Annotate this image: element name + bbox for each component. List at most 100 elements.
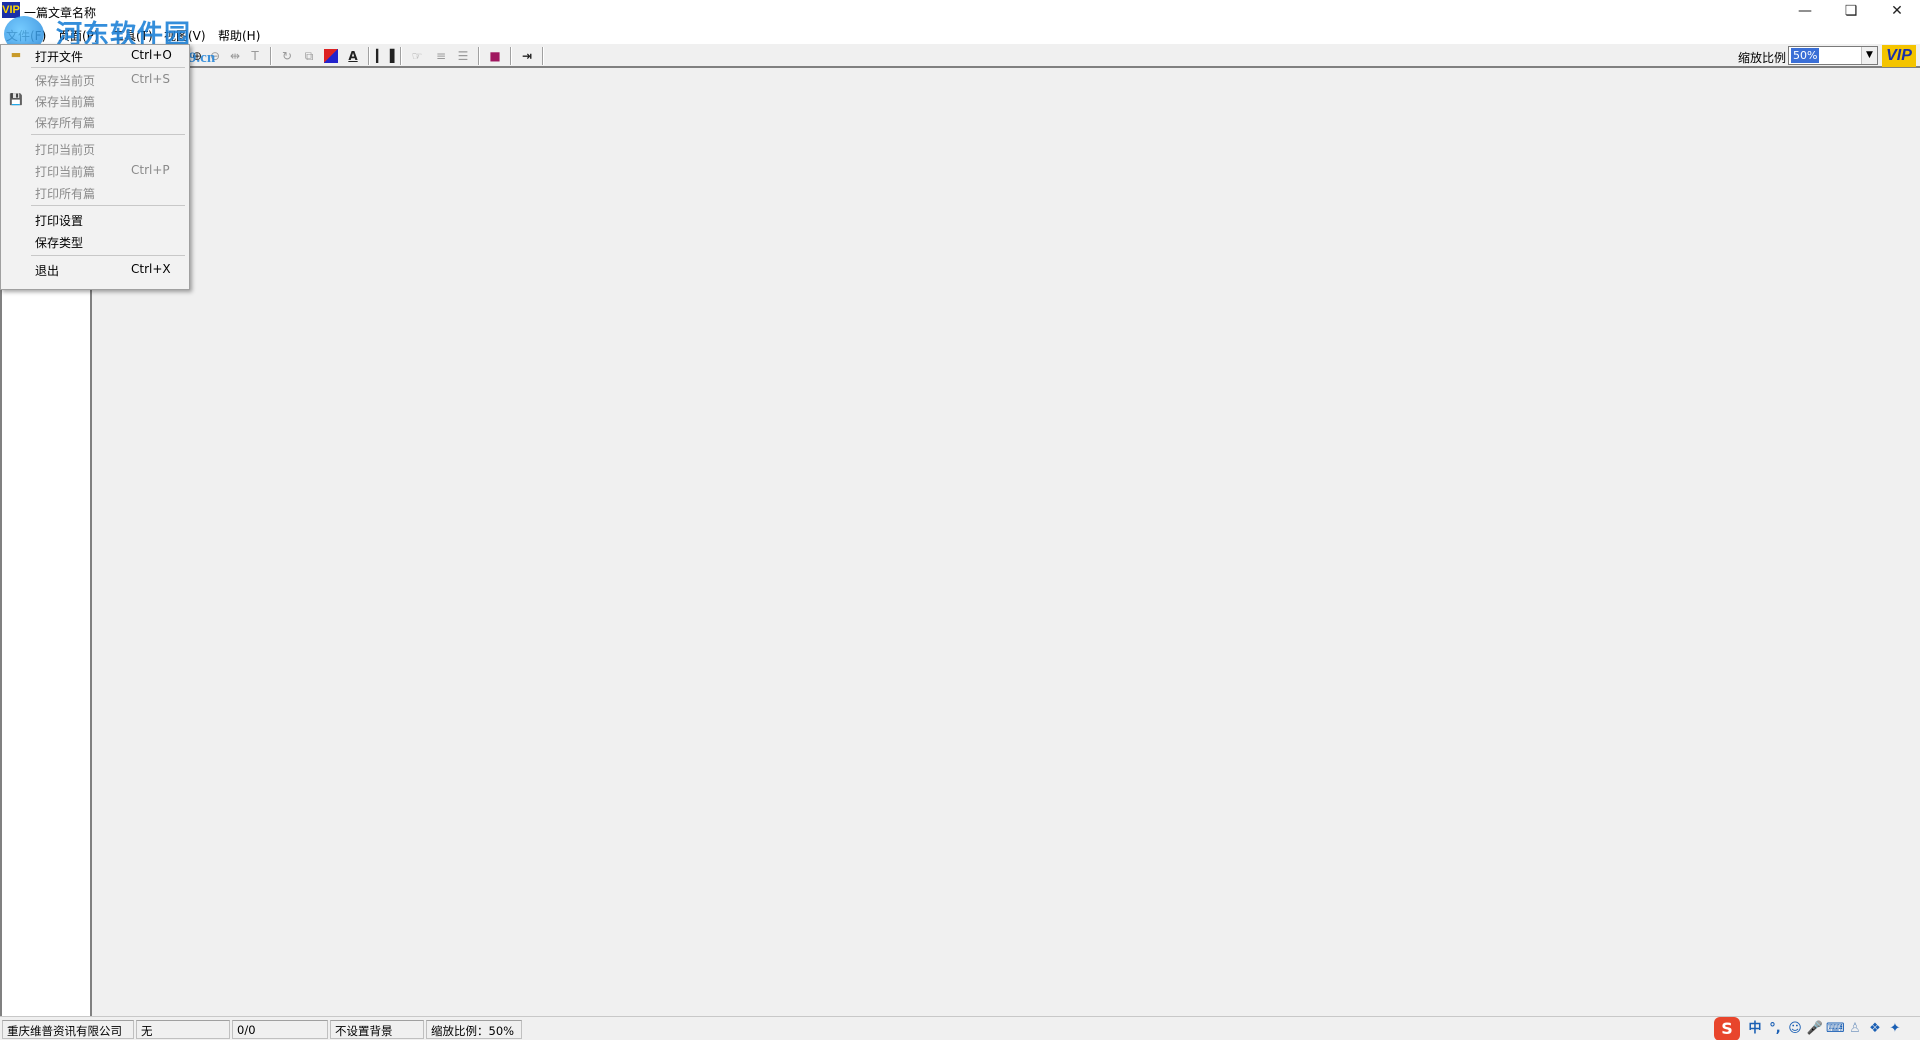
fit-width-icon: ⇹: [229, 49, 241, 63]
menu-item-label: 保存当前页: [35, 74, 96, 88]
tb-page-layout-button[interactable]: ≡: [432, 47, 450, 65]
keyboard-icon[interactable]: ⌨: [1826, 1020, 1845, 1038]
zoom-select[interactable]: 50% ▼: [1788, 46, 1878, 65]
menu-item-print-current-article[interactable]: 打印当前篇 Ctrl+P: [1, 160, 189, 180]
page-layout-icon: ≡: [435, 49, 447, 63]
menu-bar: 文件(F) 页面(P) 工具(T) 视图(V) 帮助(H): [0, 24, 1920, 44]
vip-logo-icon: VIP: [1882, 45, 1916, 67]
user-icon[interactable]: ♙: [1846, 1020, 1864, 1038]
menu-file[interactable]: 文件(F): [6, 27, 46, 44]
skin-icon[interactable]: ❖: [1866, 1020, 1884, 1038]
app-window: VIP 一篇文章名称 — ❏ ✕ 文件(F) 页面(P) 工具(T) 视图(V)…: [0, 0, 1920, 1040]
tb-statistics-button[interactable]: ▎▐: [376, 47, 394, 65]
tb-page-list-button[interactable]: ☰: [454, 47, 472, 65]
window-title: 一篇文章名称: [24, 6, 97, 20]
fit-text-icon: T: [251, 49, 259, 63]
menu-separator: [31, 255, 185, 256]
settings-icon[interactable]: ✦: [1886, 1020, 1904, 1038]
tb-zoom-out-button[interactable]: ⊖: [206, 47, 224, 65]
toolbar-separator: [478, 47, 480, 65]
punctuation-icon[interactable]: °,: [1766, 1020, 1784, 1038]
tb-book-button[interactable]: ■: [486, 47, 504, 65]
menu-item-save-all-articles[interactable]: 保存所有篇: [1, 111, 189, 131]
toolbar-separator: [400, 47, 402, 65]
select-icon: ☞: [411, 49, 423, 63]
menu-separator: [31, 205, 185, 206]
text-style-icon: A: [348, 49, 358, 63]
toolbar-separator: [270, 47, 272, 65]
menu-item-label: 打印设置: [35, 214, 84, 228]
copy-icon: ⧉: [304, 49, 314, 63]
tb-background-button[interactable]: [322, 47, 340, 65]
minimize-icon: —: [1798, 3, 1812, 19]
emoji-icon[interactable]: ☺: [1786, 1020, 1804, 1038]
menu-page[interactable]: 页面(P): [58, 27, 99, 44]
page-list-icon: ☰: [457, 49, 469, 63]
menu-item-save-type[interactable]: 保存类型: [1, 231, 189, 251]
tb-select-button[interactable]: ☞: [408, 47, 426, 65]
menu-item-label: 打开文件: [35, 50, 84, 64]
book-icon: ■: [489, 49, 501, 63]
toolbar-separator: [542, 47, 544, 65]
menu-item-label: 退出: [35, 264, 60, 278]
tb-rotate-button[interactable]: ↻: [278, 47, 296, 65]
toolbar: ⊕ ⊖ ⇹ T ↻ ⧉ A ▎▐ ☞ ≡ ☰ ■ ⇥ 缩放比例 50% ▼ VI…: [0, 44, 1920, 68]
menu-view[interactable]: 视图(V): [164, 27, 206, 44]
zoom-in-icon: ⊕: [191, 49, 203, 63]
open-folder-icon: ▬: [10, 48, 22, 61]
menu-help[interactable]: 帮助(H): [218, 27, 260, 44]
tb-exit-button[interactable]: ⇥: [518, 47, 536, 65]
menu-item-label: 保存当前篇: [35, 95, 96, 109]
toolbar-separator: [368, 47, 370, 65]
close-button[interactable]: ✕: [1874, 0, 1920, 24]
menu-item-shortcut: Ctrl+P: [131, 163, 170, 177]
zoom-out-icon: ⊖: [209, 49, 221, 63]
app-logo-icon: VIP: [2, 2, 20, 18]
menu-item-open-file[interactable]: ▬ 打开文件 Ctrl+O: [1, 45, 189, 65]
menu-item-exit[interactable]: 退出 Ctrl+X: [1, 259, 189, 279]
tb-fit-width-button[interactable]: ⇹: [226, 47, 244, 65]
menu-item-label: 保存类型: [35, 236, 84, 250]
chevron-down-icon[interactable]: ▼: [1861, 47, 1877, 64]
status-company: 重庆维普资讯有限公司: [2, 1020, 134, 1039]
zoom-value: 50%: [1791, 48, 1820, 63]
status-background: 不设置背景: [330, 1020, 424, 1039]
menu-item-print-all-articles[interactable]: 打印所有篇: [1, 182, 189, 202]
ime-mode-toggle[interactable]: 中: [1746, 1020, 1764, 1038]
menu-item-save-current-article[interactable]: 💾 保存当前篇: [1, 90, 189, 110]
menu-tools[interactable]: 工具(T): [112, 27, 153, 44]
color-background-icon: [324, 49, 338, 63]
tb-text-style-button[interactable]: A: [344, 47, 362, 65]
menu-item-label: 打印所有篇: [35, 187, 96, 201]
menu-item-label: 打印当前篇: [35, 165, 96, 179]
menu-item-print-settings[interactable]: 打印设置: [1, 209, 189, 229]
status-page-count: 0/0: [232, 1020, 328, 1039]
menu-item-save-current-page[interactable]: 保存当前页 Ctrl+S: [1, 69, 189, 89]
menu-separator: [31, 134, 185, 135]
document-view-area[interactable]: [92, 68, 1920, 1016]
tb-fit-text-button[interactable]: T: [246, 47, 264, 65]
menu-item-print-current-page[interactable]: 打印当前页: [1, 138, 189, 158]
ime-toolbar: S 中 °, ☺ 🎤 ⌨ ♙ ❖ ✦: [1712, 1017, 1920, 1040]
microphone-icon[interactable]: 🎤: [1806, 1020, 1824, 1038]
tb-copy-button[interactable]: ⧉: [300, 47, 318, 65]
toolbar-separator: [510, 47, 512, 65]
file-menu-dropdown: ▬ 打开文件 Ctrl+O 保存当前页 Ctrl+S 💾 保存当前篇 保存所有篇…: [0, 44, 190, 290]
status-bar: 重庆维普资讯有限公司 无 0/0 不设置背景 缩放比例：50% S 中 °, ☺…: [0, 1016, 1920, 1040]
status-field: 无: [136, 1020, 230, 1039]
menu-separator: [31, 67, 185, 68]
menu-item-shortcut: Ctrl+O: [131, 48, 172, 62]
restore-button[interactable]: ❏: [1828, 0, 1874, 24]
menu-item-label: 保存所有篇: [35, 116, 96, 130]
menu-item-shortcut: Ctrl+S: [131, 72, 171, 86]
menu-item-shortcut: Ctrl+X: [131, 262, 171, 276]
rotate-icon: ↻: [281, 49, 293, 63]
status-zoom: 缩放比例：50%: [426, 1020, 522, 1039]
tb-zoom-in-button[interactable]: ⊕: [188, 47, 206, 65]
sogou-logo-icon[interactable]: S: [1714, 1017, 1740, 1040]
save-icon: 💾: [9, 93, 23, 106]
close-icon: ✕: [1891, 3, 1903, 19]
statistics-icon: ▎▐: [376, 49, 395, 63]
exit-icon: ⇥: [521, 49, 533, 63]
minimize-button[interactable]: —: [1782, 0, 1828, 24]
